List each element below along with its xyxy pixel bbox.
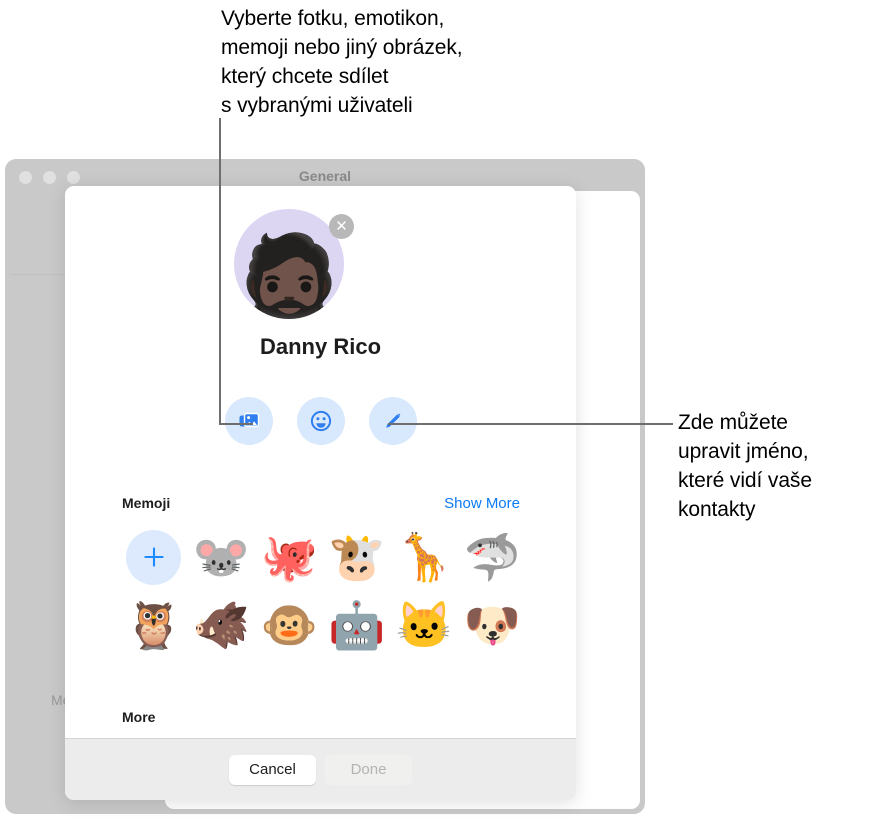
dialog-body: 🧔🏿 ✕ Danny Rico Memoji Show More 🐭 🐙 🐮 🦒… bbox=[65, 186, 576, 738]
memoji-robot[interactable]: 🤖 bbox=[323, 594, 391, 656]
avatar[interactable]: 🧔🏿 bbox=[234, 209, 344, 319]
memoji-octopus-icon: 🐙 bbox=[260, 531, 318, 583]
callout-text-top: Vyberte fotku, emotikon, memoji nebo jin… bbox=[221, 7, 463, 117]
memoji-octopus[interactable]: 🐙 bbox=[255, 526, 323, 588]
callout-leader-line-top-vertical bbox=[219, 118, 221, 425]
memoji-cat-icon: 🐱 bbox=[395, 599, 454, 651]
photos-button[interactable] bbox=[224, 397, 273, 445]
memoji-picker-dialog: 🧔🏿 ✕ Danny Rico Memoji Show More 🐭 🐙 🐮 🦒… bbox=[65, 186, 576, 800]
memoji-giraffe-icon: 🦒 bbox=[395, 531, 454, 583]
dialog-footer: Cancel Done bbox=[65, 738, 576, 800]
memoji-mouse-icon: 🐭 bbox=[192, 531, 251, 583]
callout-leader-line-right bbox=[388, 423, 673, 425]
memoji-cow-icon: 🐮 bbox=[328, 531, 386, 583]
show-more-link[interactable]: Show More bbox=[444, 495, 520, 512]
smiley-icon bbox=[309, 409, 333, 433]
memoji-avatar-icon: 🧔🏿 bbox=[235, 232, 343, 319]
memoji-owl-icon: 🦉 bbox=[125, 599, 183, 651]
more-section-title: More bbox=[122, 709, 156, 725]
window-title: General bbox=[298, 168, 352, 184]
photos-icon bbox=[237, 409, 261, 433]
page-title: Danny Rico bbox=[259, 334, 382, 359]
memoji-giraffe[interactable]: 🦒 bbox=[391, 526, 459, 588]
memoji-mouse[interactable]: 🐭 bbox=[188, 526, 256, 588]
memoji-grid: 🐭 🐙 🐮 🦒 🦈 🦉 🐗 🐵 🤖 🐱 🐶 bbox=[120, 526, 526, 656]
memoji-cow[interactable]: 🐮 bbox=[323, 526, 391, 588]
memoji-dog[interactable]: 🐶 bbox=[458, 594, 526, 656]
close-icon[interactable]: ✕ bbox=[329, 214, 354, 239]
memoji-section-title: Memoji bbox=[122, 495, 171, 511]
emoji-button[interactable] bbox=[296, 397, 345, 445]
action-button-row bbox=[65, 397, 576, 445]
memoji-monkey-icon: 🐵 bbox=[260, 599, 318, 651]
memoji-robot-icon: 🤖 bbox=[328, 599, 386, 651]
edit-button[interactable] bbox=[368, 397, 417, 445]
done-button: Done bbox=[325, 754, 412, 785]
callout-text-right: Zde můžete upravit jméno, které vidí vaš… bbox=[678, 411, 812, 521]
memoji-monkey[interactable]: 🐵 bbox=[255, 594, 323, 656]
cancel-button[interactable]: Cancel bbox=[229, 754, 316, 785]
memoji-shark[interactable]: 🦈 bbox=[458, 526, 526, 588]
memoji-owl[interactable]: 🦉 bbox=[120, 594, 188, 656]
pencil-icon bbox=[381, 409, 405, 433]
avatar-container: 🧔🏿 ✕ bbox=[234, 209, 354, 326]
memoji-boar[interactable]: 🐗 bbox=[188, 594, 256, 656]
add-memoji-button[interactable] bbox=[120, 526, 188, 588]
memoji-shark-icon: 🦈 bbox=[463, 531, 521, 583]
memoji-boar-icon: 🐗 bbox=[192, 599, 251, 651]
memoji-dog-icon: 🐶 bbox=[463, 599, 521, 651]
memoji-section-header: Memoji Show More bbox=[122, 495, 520, 512]
plus-icon bbox=[126, 529, 182, 585]
memoji-cat[interactable]: 🐱 bbox=[391, 594, 459, 656]
callout-leader-line-top-horizontal bbox=[219, 423, 253, 425]
screenshot-root: General Me ? 🧔🏿 ✕ Danny Rico bbox=[0, 0, 878, 827]
